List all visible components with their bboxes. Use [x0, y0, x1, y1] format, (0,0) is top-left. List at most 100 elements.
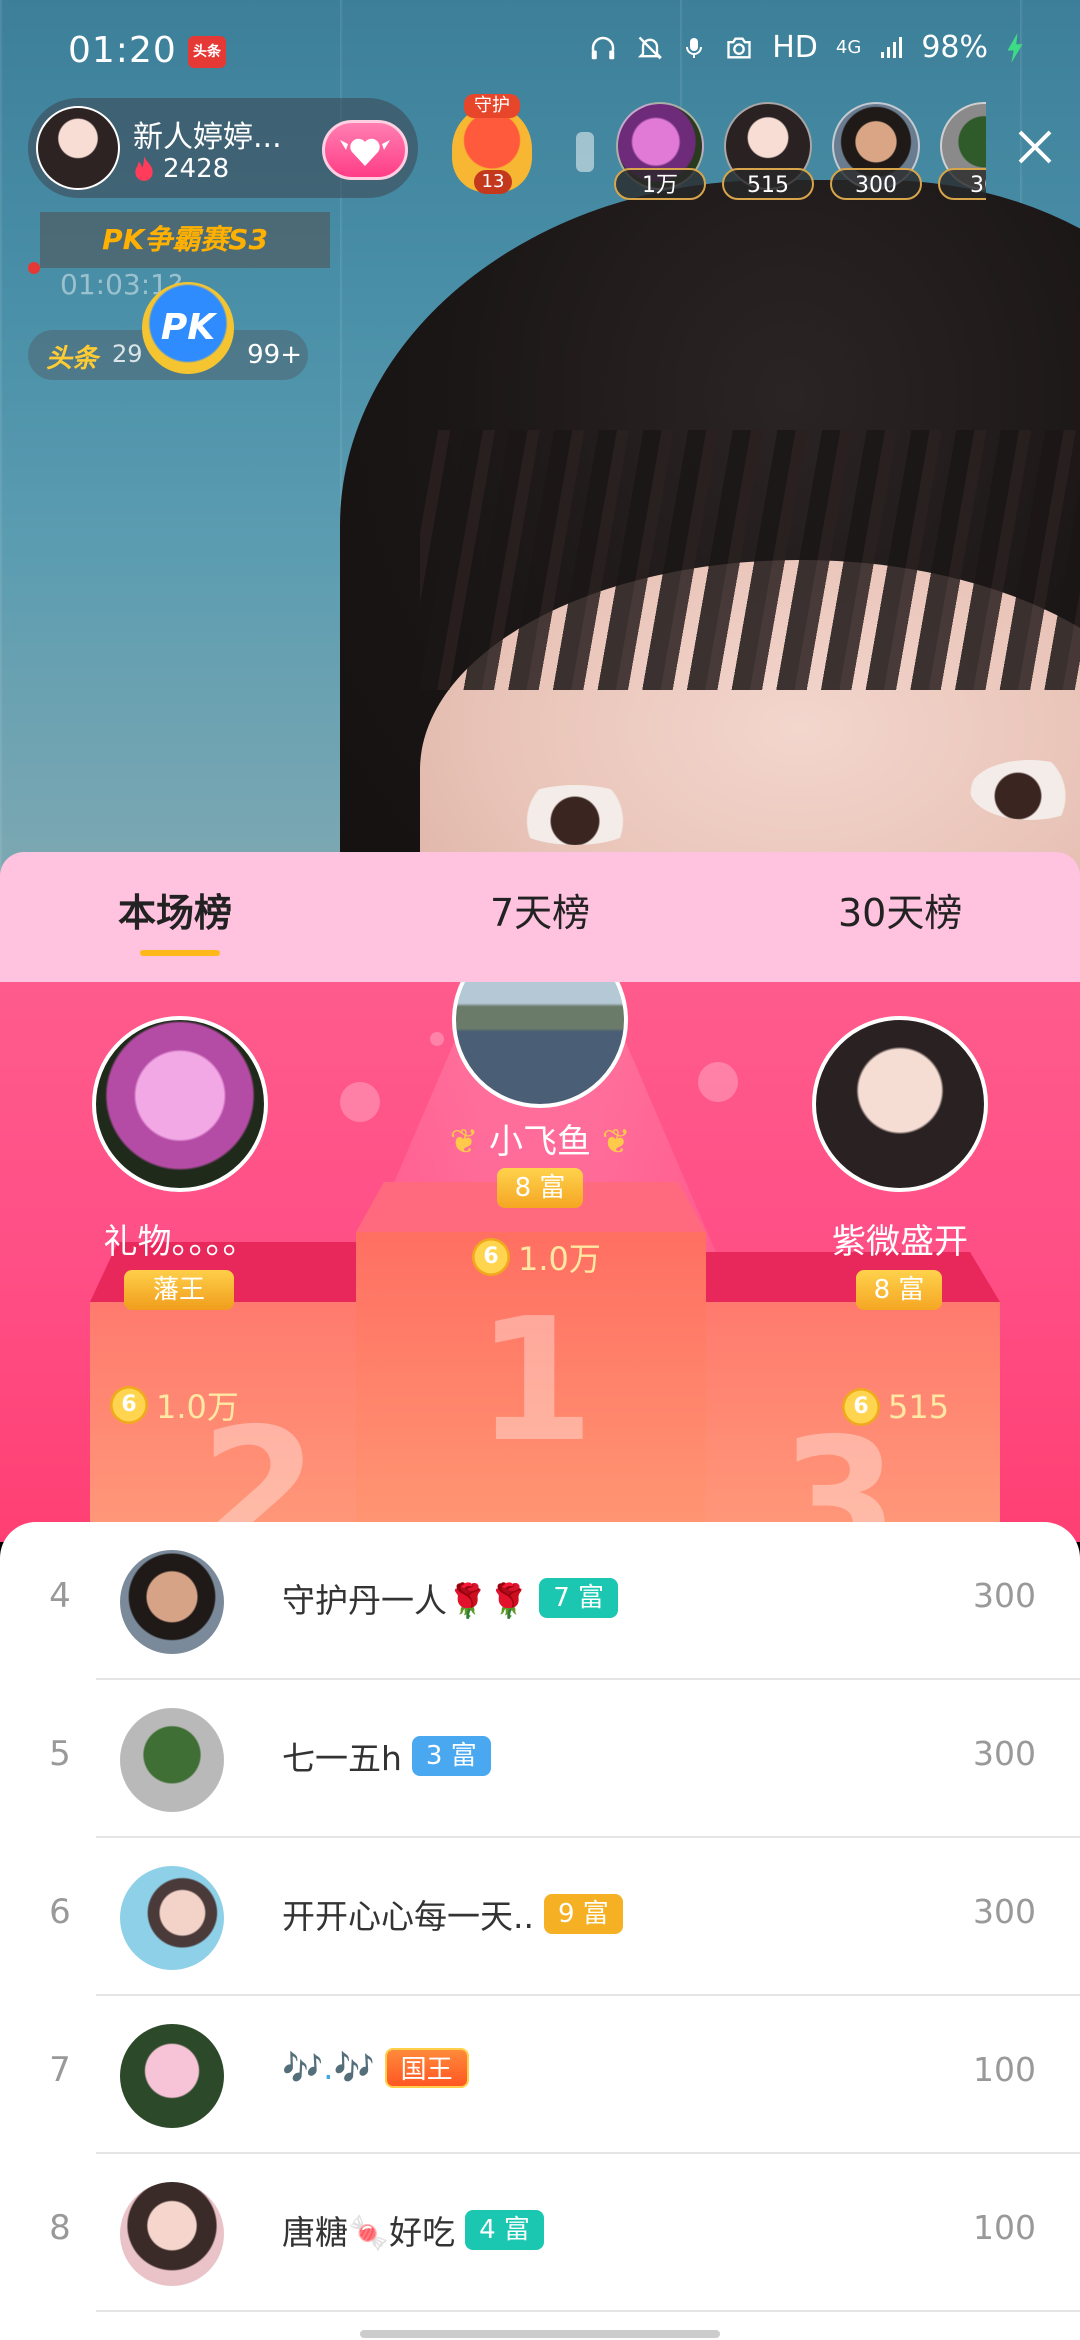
viewer-contribution: 300: [830, 168, 922, 200]
camera-icon: [727, 37, 751, 58]
host-popularity-value: 2428: [163, 154, 230, 184]
first-place-name[interactable]: ❦ 小飞鱼 ❦: [430, 1114, 650, 1163]
user-avatar[interactable]: [120, 2182, 224, 2286]
user-name: 🎶.🎶: [282, 2048, 375, 2087]
wealth-level-badge: 3 富: [411, 1736, 491, 1776]
list-item[interactable]: 4 守护丹一人🌹🌹 7 富 300: [0, 1522, 1080, 1680]
third-place-badge: 8 富: [856, 1270, 942, 1310]
ranking-list: 4 守护丹一人🌹🌹 7 富 300 5 七一五h 3 富 300 6 开开心心每…: [0, 1522, 1080, 2340]
first-place-name-text: 小飞鱼: [489, 1122, 591, 1162]
rank-number: 7: [49, 2050, 71, 2090]
sparkle: [430, 1032, 444, 1046]
contribution-score: 300: [973, 1576, 1036, 1615]
list-item[interactable]: 7 🎶.🎶 国王 100: [0, 1996, 1080, 2154]
viewer-contribution: 30: [938, 168, 986, 200]
recording-dot-icon: [28, 262, 40, 274]
user-avatar[interactable]: [120, 1550, 224, 1654]
guard-level: 13: [474, 170, 512, 194]
user-avatar[interactable]: [120, 2024, 224, 2128]
guard-label: 守护: [464, 94, 520, 118]
user-avatar[interactable]: [120, 1866, 224, 1970]
first-place-badge: 8 富: [497, 1168, 583, 1208]
tab-7-days[interactable]: 7天榜: [490, 882, 590, 937]
top-viewers-list: 1万 515 300 30: [576, 102, 986, 202]
close-icon[interactable]: [1010, 122, 1060, 172]
network-label: HD: [772, 30, 818, 65]
user-name-line: 🎶.🎶 国王: [282, 2048, 469, 2088]
status-icons: HD 4G 98%: [588, 30, 1024, 65]
pk-count: 29: [112, 340, 143, 368]
wealth-level-badge: 7 富: [539, 1578, 618, 1618]
pk-button[interactable]: PK: [142, 282, 234, 374]
podium-digit-1: 1: [476, 1282, 595, 1480]
king-level-badge: 国王: [384, 2048, 469, 2088]
user-name: 七一五h: [282, 1739, 402, 1778]
ranking-sheet: 本场榜 7天榜 30天榜 2 3 1 ❦ 小飞鱼 ❦ 8 富 6 1.0万 礼物…: [0, 852, 1080, 2340]
viewer-item[interactable]: 1万: [614, 102, 706, 202]
viewer-list-edge: [576, 132, 594, 172]
mute-bell-icon: [638, 36, 663, 59]
second-place-name[interactable]: 礼物。。。。: [40, 1214, 320, 1263]
headphones-icon: [591, 36, 615, 59]
contribution-score: 100: [973, 2208, 1036, 2247]
list-item[interactable]: 8 唐糖🍬好吃 4 富 100: [0, 2154, 1080, 2312]
user-name-line: 唐糖🍬好吃 4 富: [282, 2206, 544, 2254]
host-name: 新人婷婷...: [133, 120, 282, 155]
tab-active-indicator: [140, 950, 220, 956]
second-place-avatar[interactable]: [92, 1016, 268, 1192]
third-place-amount: 6 515: [842, 1388, 949, 1426]
wealth-level-badge: 9 富: [543, 1894, 623, 1934]
pk-banner: PK争霸赛S3: [40, 212, 330, 268]
tab-30-days[interactable]: 30天榜: [838, 882, 962, 937]
ranking-tabs: 本场榜 7天榜 30天榜: [0, 852, 1080, 982]
first-place-amount: 6 1.0万: [472, 1234, 601, 1280]
toutiao-app-icon: 头条: [188, 36, 226, 68]
user-name-line: 开开心心每一天.. 9 富: [282, 1890, 623, 1938]
user-name: 唐糖🍬好吃: [282, 2213, 456, 2252]
second-place-amount-value: 1.0万: [156, 1388, 239, 1426]
list-item[interactable]: 5 七一五h 3 富 300: [0, 1680, 1080, 1838]
list-item[interactable]: 6 开开心心每一天.. 9 富 300: [0, 1838, 1080, 1996]
microphone-icon: [686, 37, 703, 58]
coin-icon: 6: [842, 1388, 880, 1426]
charging-icon: [1007, 32, 1023, 63]
follow-heart-button[interactable]: [322, 120, 408, 180]
user-avatar[interactable]: [120, 1708, 224, 1812]
user-name: 开开心心每一天..: [282, 1897, 534, 1936]
rank-number: 6: [49, 1892, 71, 1932]
fire-icon: [135, 156, 153, 181]
battery-label: 98%: [921, 30, 988, 65]
third-place-amount-value: 515: [888, 1388, 950, 1426]
first-place-amount-value: 1.0万: [518, 1240, 601, 1278]
laurel-icon: ❦: [449, 1122, 479, 1162]
signal-label: 4G: [835, 37, 862, 58]
contribution-score: 100: [973, 2050, 1036, 2089]
viewer-contribution: 1万: [614, 168, 706, 200]
winged-heart-icon: [340, 138, 390, 166]
third-place-avatar[interactable]: [812, 1016, 988, 1192]
laurel-icon: ❦: [601, 1122, 631, 1162]
viewer-item[interactable]: 300: [830, 102, 922, 202]
coin-icon: 6: [472, 1238, 510, 1276]
viewer-item[interactable]: 30: [938, 102, 986, 202]
viewer-item[interactable]: 515: [722, 102, 814, 202]
second-place-amount: 6 1.0万: [110, 1382, 239, 1428]
rank-number: 8: [49, 2208, 71, 2248]
divider: [96, 2310, 1080, 2312]
host-popularity: 2428: [133, 154, 229, 184]
home-indicator[interactable]: [360, 2330, 720, 2338]
stream-eye-right: [970, 760, 1080, 820]
stream-bangs: [420, 430, 1080, 690]
rank-number: 5: [49, 1734, 71, 1774]
guard-badge[interactable]: 守护 13: [440, 94, 544, 198]
third-place-name[interactable]: 紫微盛开: [790, 1214, 1010, 1263]
host-avatar[interactable]: [36, 106, 120, 190]
user-name: 守护丹一人🌹🌹: [282, 1581, 530, 1620]
contribution-score: 300: [973, 1734, 1036, 1773]
user-name-line: 七一五h 3 富: [282, 1732, 491, 1780]
podium-area: 2 3 1 ❦ 小飞鱼 ❦ 8 富 6 1.0万 礼物。。。。 藩王 6 1.0…: [0, 982, 1080, 1542]
wealth-level-badge: 4 富: [465, 2210, 544, 2250]
coin-icon: 6: [110, 1386, 148, 1424]
tab-current-session[interactable]: 本场榜: [118, 882, 232, 937]
user-name-line: 守护丹一人🌹🌹 7 富: [282, 1574, 618, 1622]
